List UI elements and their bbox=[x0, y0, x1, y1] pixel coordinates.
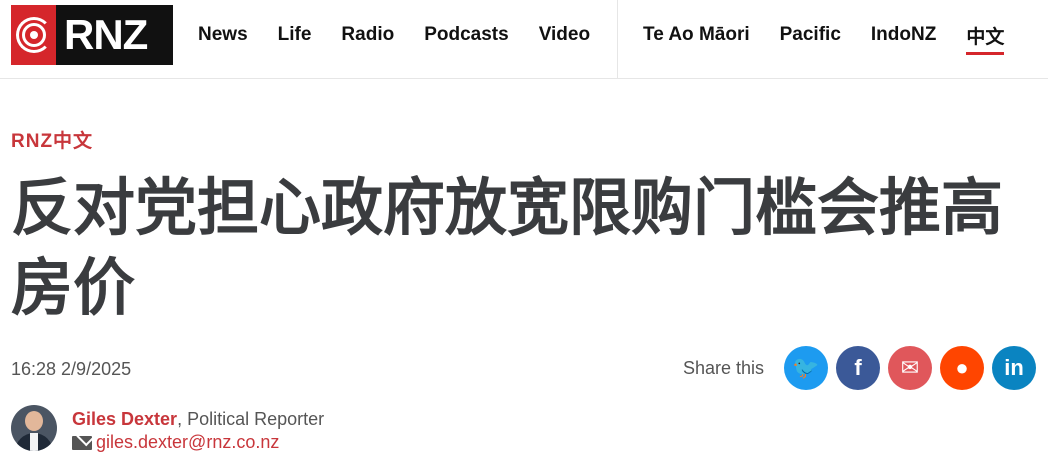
nav-podcasts[interactable]: Podcasts bbox=[424, 24, 508, 46]
author-avatar[interactable] bbox=[11, 405, 57, 451]
twitter-icon[interactable]: 🐦 bbox=[784, 346, 828, 390]
reddit-icon[interactable]: ● bbox=[940, 346, 984, 390]
author-email[interactable]: giles.dexter@rnz.co.nz bbox=[96, 432, 279, 453]
author-name-link[interactable]: Giles Dexter bbox=[72, 409, 177, 429]
mail-icon bbox=[72, 435, 92, 450]
rnz-logo[interactable]: RNZ bbox=[11, 5, 173, 65]
nav-pacific[interactable]: Pacific bbox=[780, 24, 841, 46]
author-role: , Political Reporter bbox=[177, 409, 325, 429]
nav-chinese[interactable]: 中文 bbox=[966, 22, 1005, 55]
email-icon[interactable]: ✉ bbox=[888, 346, 932, 390]
publish-timestamp: 16:28 2/9/2025 bbox=[11, 359, 132, 379]
nav-te-ao-maori[interactable]: Te Ao Māori bbox=[643, 24, 750, 46]
article-headline: 反对党担心政府放宽限购门槛会推高房价 bbox=[11, 171, 1004, 324]
share-bar: Share this 🐦 f ✉ ● in bbox=[683, 346, 1036, 390]
secondary-nav: Te Ao Māori Pacific IndoNZ 中文 bbox=[643, 0, 1034, 70]
author-byline: Giles Dexter, Political Reporter bbox=[72, 409, 324, 430]
nav-indonz[interactable]: IndoNZ bbox=[871, 24, 936, 46]
site-header: RNZ News Life Radio Podcasts Video Te Ao… bbox=[0, 0, 1048, 79]
linkedin-icon[interactable]: in bbox=[992, 346, 1036, 390]
section-label[interactable]: RNZ中文 bbox=[11, 126, 93, 153]
nav-radio[interactable]: Radio bbox=[341, 24, 394, 46]
logo-text: RNZ bbox=[64, 11, 148, 58]
primary-nav: News Life Radio Podcasts Video bbox=[198, 0, 620, 70]
share-label: Share this bbox=[682, 357, 764, 378]
author-email-link[interactable]: giles.dexter@rnz.co.nz bbox=[72, 432, 279, 453]
nav-news[interactable]: News bbox=[198, 24, 248, 46]
nav-life[interactable]: Life bbox=[278, 24, 312, 46]
nav-video[interactable]: Video bbox=[539, 24, 590, 46]
radio-waves-icon bbox=[11, 5, 56, 65]
nav-divider bbox=[617, 0, 618, 78]
facebook-icon[interactable]: f bbox=[836, 346, 880, 390]
